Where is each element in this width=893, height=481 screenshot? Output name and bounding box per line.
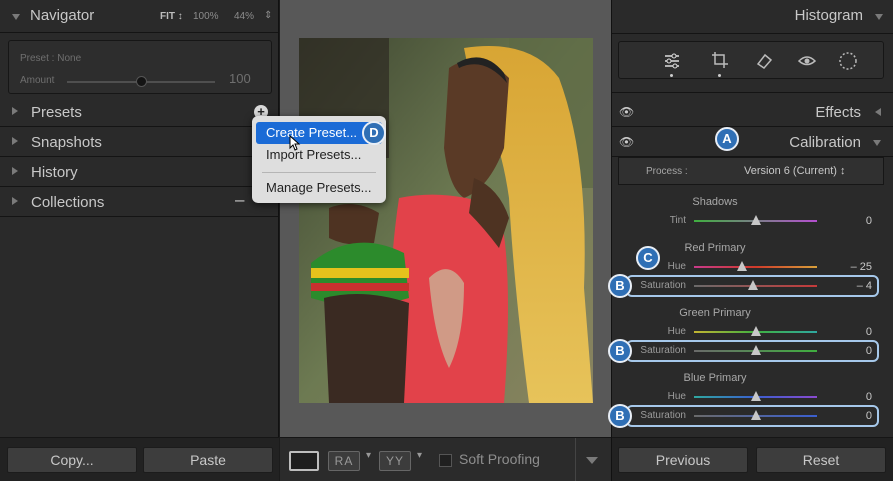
shadows-title: Shadows bbox=[692, 196, 738, 208]
process-row: Process : Version 6 (Current) ↕ bbox=[618, 157, 884, 185]
collapse-triangle-icon bbox=[873, 140, 881, 146]
amount-label: Amount bbox=[20, 75, 55, 86]
snapshots-header[interactable]: Snapshots bbox=[0, 127, 278, 157]
process-version-select[interactable]: Version 6 (Current) ↕ bbox=[744, 165, 845, 177]
blue-hue-thumb[interactable] bbox=[751, 391, 761, 401]
photo-image bbox=[299, 38, 593, 403]
edit-sliders-icon[interactable] bbox=[663, 52, 681, 70]
tool-strip bbox=[618, 41, 884, 79]
zoom-100[interactable]: 100% bbox=[193, 11, 219, 22]
green-hue-value: 0 bbox=[865, 326, 872, 338]
preset-label: Preset : None bbox=[20, 53, 82, 64]
red-hue-thumb[interactable] bbox=[737, 261, 747, 271]
mouse-cursor-icon bbox=[289, 135, 301, 151]
expand-triangle-icon bbox=[12, 197, 18, 205]
green-saturation-highlight bbox=[626, 340, 879, 362]
collapse-triangle-icon bbox=[875, 14, 883, 20]
effects-header[interactable]: 👁 Effects bbox=[612, 97, 893, 127]
collections-header[interactable]: Collections – bbox=[0, 187, 278, 217]
blue-primary-title: Blue Primary bbox=[683, 372, 747, 384]
preset-amount-box: Preset : None Amount 100 bbox=[8, 40, 272, 94]
expand-triangle-icon bbox=[875, 108, 881, 116]
red-hue-value: – 25 bbox=[850, 261, 872, 273]
masking-icon[interactable] bbox=[838, 51, 858, 71]
hidden-panel-edge bbox=[612, 85, 893, 93]
active-tool-dot bbox=[670, 74, 673, 77]
green-hue-label: Hue bbox=[667, 326, 686, 337]
badge-a: A bbox=[715, 127, 739, 151]
menu-separator bbox=[262, 172, 376, 173]
calibration-header[interactable]: 👁 Calibration bbox=[612, 127, 893, 157]
toolbar-menu-icon[interactable] bbox=[586, 457, 598, 464]
red-eye-icon[interactable] bbox=[797, 51, 817, 69]
eraser-icon[interactable] bbox=[755, 52, 773, 70]
navigator-header[interactable]: Navigator FIT ↕ 100% 44% ⇕ bbox=[0, 0, 278, 33]
soft-proofing-label: Soft Proofing bbox=[459, 451, 540, 467]
toolbar-divider bbox=[575, 438, 576, 481]
collapse-triangle-icon bbox=[12, 14, 20, 20]
shadows-tint-thumb[interactable] bbox=[751, 215, 761, 225]
tool-dot bbox=[718, 74, 721, 77]
before-after-dropdown-icon[interactable]: ▾ bbox=[366, 450, 371, 461]
previous-button[interactable]: Previous bbox=[618, 447, 748, 473]
collections-label: Collections bbox=[31, 194, 105, 211]
navigator-title: Navigator bbox=[30, 7, 95, 24]
zoom-44[interactable]: 44% bbox=[234, 11, 254, 22]
left-panel: Navigator FIT ↕ 100% 44% ⇕ Preset : None… bbox=[0, 0, 279, 481]
calibration-title: Calibration bbox=[789, 134, 861, 151]
badge-b-blue: B bbox=[608, 404, 632, 428]
red-hue-slider[interactable] bbox=[694, 266, 817, 268]
blue-hue-label: Hue bbox=[667, 391, 686, 402]
history-header[interactable]: History bbox=[0, 157, 278, 187]
histogram-header[interactable]: Histogram bbox=[612, 0, 893, 34]
amount-value: 100 bbox=[229, 71, 251, 86]
visibility-eye-icon[interactable]: 👁 bbox=[619, 135, 634, 149]
remove-collection-icon[interactable]: – bbox=[235, 190, 244, 210]
effects-title: Effects bbox=[815, 104, 861, 121]
snapshots-label: Snapshots bbox=[31, 134, 102, 151]
crop-icon[interactable] bbox=[711, 51, 729, 69]
zoom-stepper-icon[interactable]: ⇕ bbox=[264, 10, 272, 21]
process-label: Process : bbox=[646, 166, 688, 177]
blue-hue-value: 0 bbox=[865, 391, 872, 403]
visibility-eye-icon[interactable]: 👁 bbox=[619, 105, 634, 119]
compare-dropdown-icon[interactable]: ▾ bbox=[417, 450, 422, 461]
loupe-view-icon[interactable] bbox=[289, 451, 319, 471]
badge-c: C bbox=[636, 246, 660, 270]
center-view: RA ▾ YY ▾ Soft Proofing bbox=[280, 0, 611, 481]
presets-label: Presets bbox=[31, 104, 82, 121]
center-toolbar: RA ▾ YY ▾ Soft Proofing bbox=[280, 437, 611, 481]
green-hue-thumb[interactable] bbox=[751, 326, 761, 336]
soft-proofing-checkbox[interactable] bbox=[439, 454, 452, 467]
expand-triangle-icon bbox=[12, 137, 18, 145]
history-label: History bbox=[31, 164, 78, 181]
amount-slider-thumb[interactable] bbox=[136, 76, 147, 87]
expand-triangle-icon bbox=[12, 167, 18, 175]
zoom-fit[interactable]: FIT ↕ bbox=[160, 11, 183, 22]
red-saturation-highlight bbox=[626, 275, 879, 297]
blue-saturation-highlight bbox=[626, 405, 879, 427]
copy-button[interactable]: Copy... bbox=[7, 447, 137, 473]
green-primary-title: Green Primary bbox=[679, 307, 751, 319]
tint-label: Tint bbox=[669, 215, 686, 226]
badge-d: D bbox=[362, 121, 386, 145]
import-presets-menu-item[interactable]: Import Presets... bbox=[256, 144, 382, 166]
red-primary-title: Red Primary bbox=[684, 242, 746, 254]
badge-b-green: B bbox=[608, 339, 632, 363]
presets-header[interactable]: Presets + bbox=[0, 97, 278, 127]
histogram-title: Histogram bbox=[794, 7, 863, 24]
compare-view-icon[interactable]: YY bbox=[379, 451, 411, 471]
manage-presets-menu-item[interactable]: Manage Presets... bbox=[256, 177, 382, 199]
tint-value: 0 bbox=[865, 215, 872, 227]
badge-b-red: B bbox=[608, 274, 632, 298]
paste-button[interactable]: Paste bbox=[143, 447, 273, 473]
expand-triangle-icon bbox=[12, 107, 18, 115]
reset-button[interactable]: Reset bbox=[756, 447, 886, 473]
before-after-icon[interactable]: RA bbox=[328, 451, 360, 471]
